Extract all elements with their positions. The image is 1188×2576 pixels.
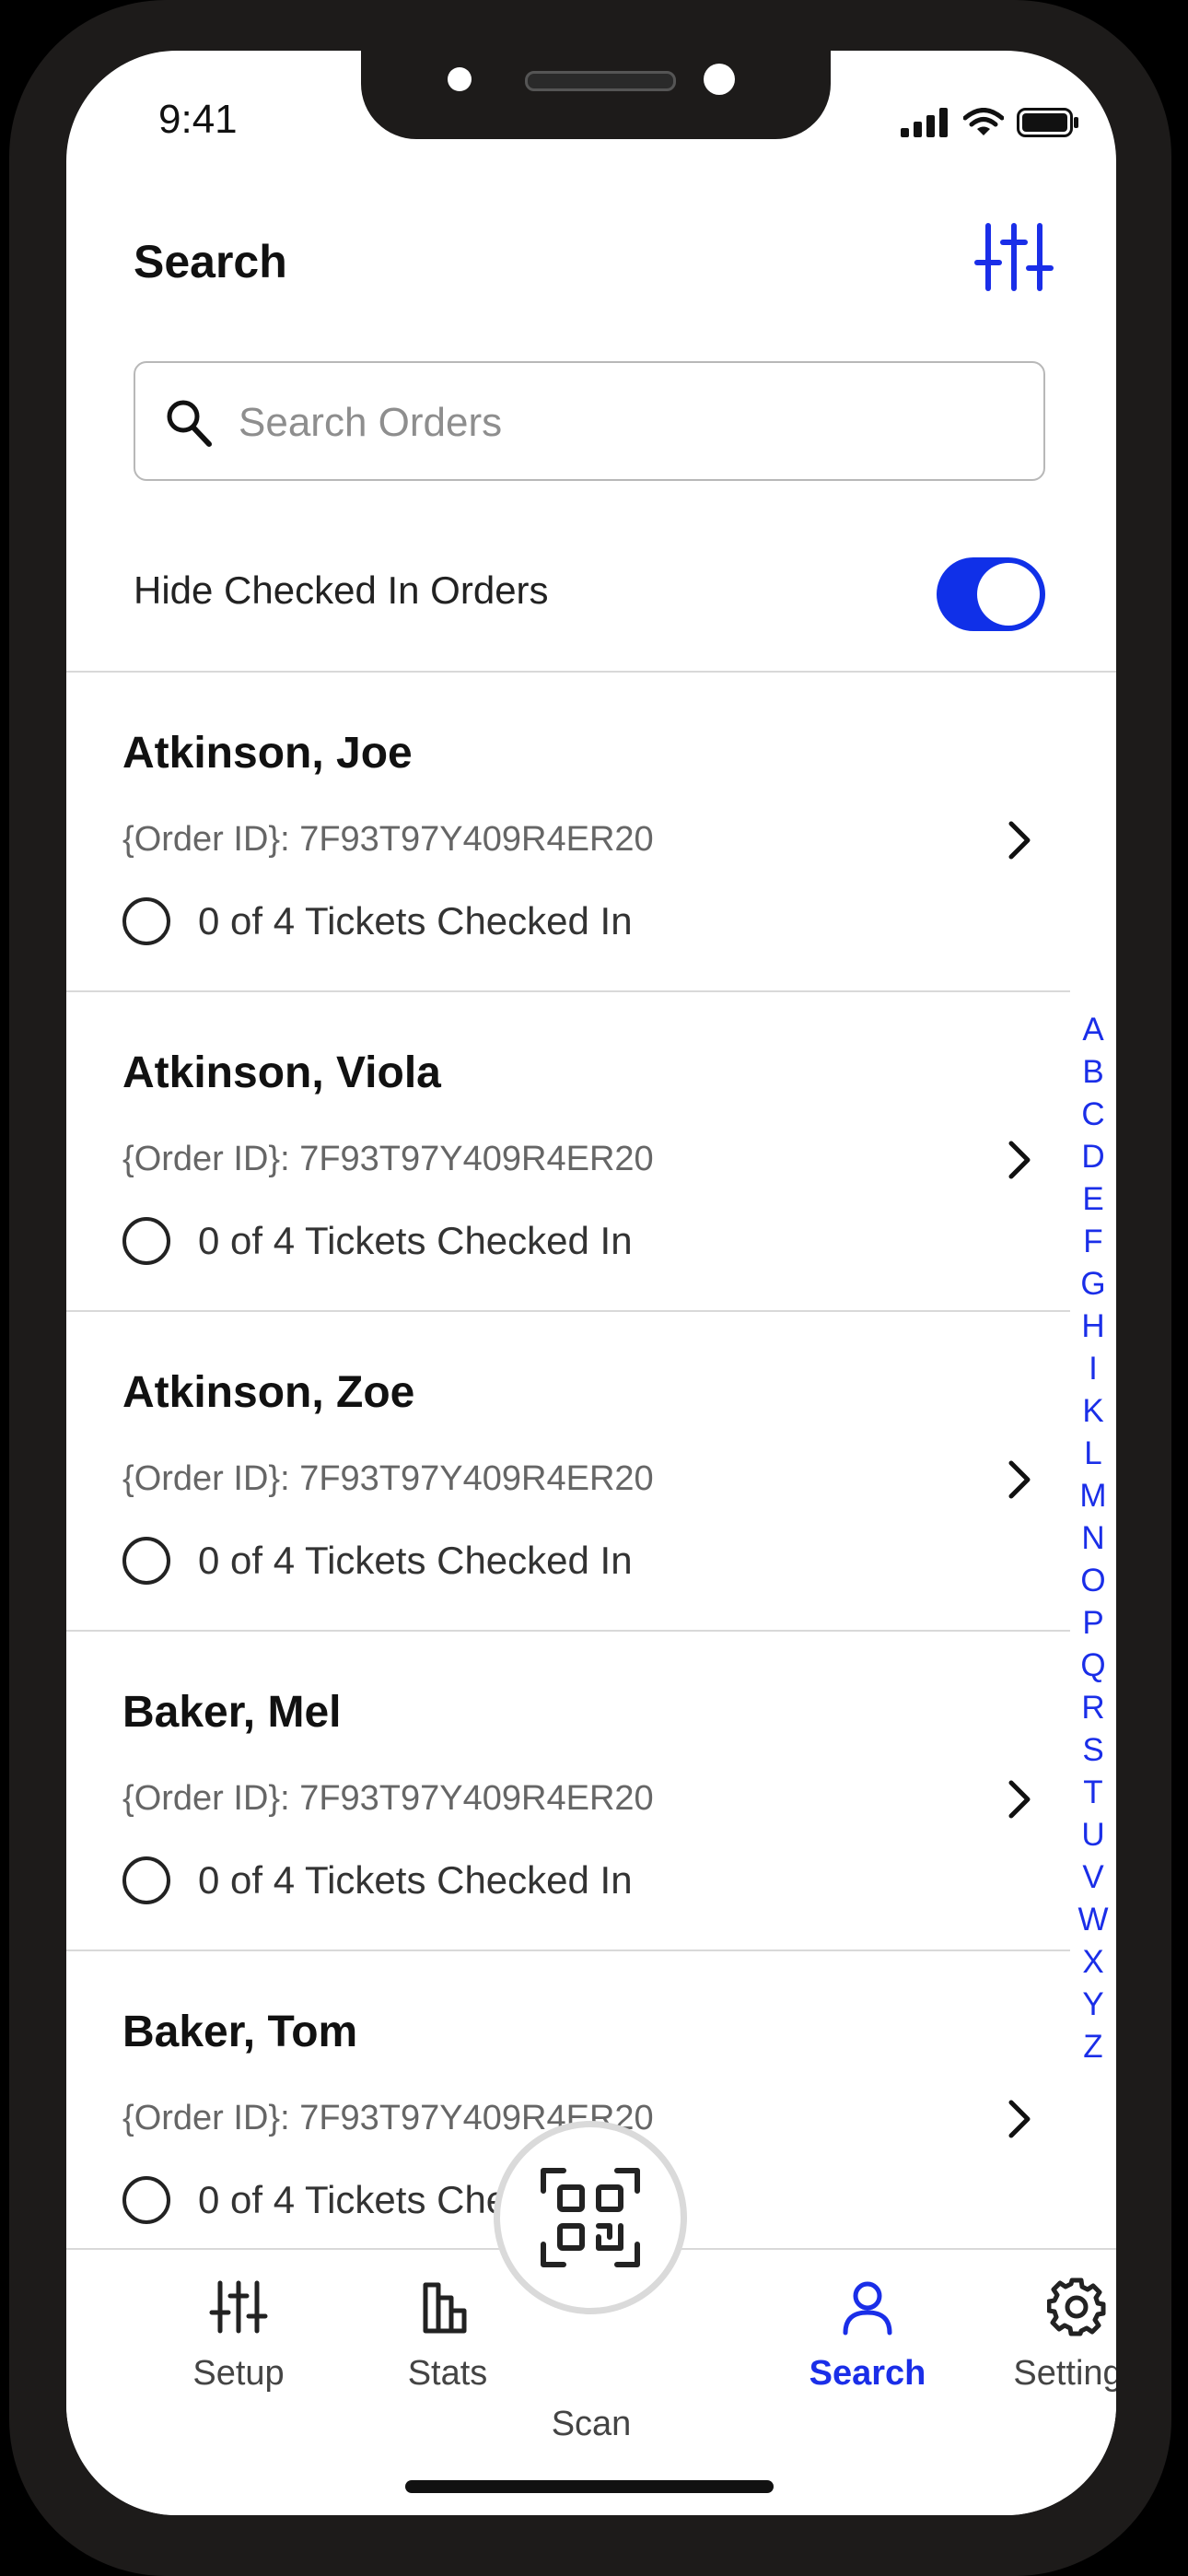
order-name: Baker, Mel xyxy=(122,1688,342,1737)
tab-stats[interactable]: Stats xyxy=(355,2277,540,2394)
order-id: {Order ID}: 7F93T97Y409R4ER20 xyxy=(122,1459,654,1498)
tab-label: Setup xyxy=(192,2354,285,2393)
order-id: {Order ID}: 7F93T97Y409R4ER20 xyxy=(122,1779,654,1818)
empty-circle-icon xyxy=(122,1537,170,1585)
alphabet-index-letter[interactable]: B xyxy=(1082,1051,1103,1094)
order-name: Baker, Tom xyxy=(122,2008,358,2056)
battery-icon xyxy=(1017,108,1078,137)
app-screen: 9:41 Search Search Orders Hide Checked I… xyxy=(66,51,1116,2515)
alphabet-index-letter[interactable]: O xyxy=(1080,1560,1105,1602)
order-id: {Order ID}: 7F93T97Y409R4ER20 xyxy=(122,1140,654,1178)
status-time: 9:41 xyxy=(158,97,238,142)
order-status-text: 0 of 4 Tickets Checked In xyxy=(198,1858,633,1902)
search-icon xyxy=(167,400,212,447)
cellular-signal-icon xyxy=(901,108,948,137)
order-status-text: 0 of 4 Tickets Checked In xyxy=(198,1219,633,1262)
orders-list: Atkinson, Joe {Order ID}: 7F93T97Y409R4E… xyxy=(66,673,1070,2271)
alphabet-index-letter[interactable]: P xyxy=(1082,1602,1103,1645)
list-item[interactable]: Atkinson, Zoe {Order ID}: 7F93T97Y409R4E… xyxy=(66,1312,1070,1632)
toggle-knob xyxy=(977,563,1040,626)
hide-checked-toggle[interactable] xyxy=(937,557,1045,631)
alphabet-index-letter[interactable]: T xyxy=(1083,1772,1102,1814)
alphabet-index-letter[interactable]: G xyxy=(1080,1263,1105,1306)
empty-circle-icon xyxy=(122,1856,170,1904)
alphabet-index-letter[interactable]: N xyxy=(1081,1517,1104,1560)
status-icons xyxy=(901,108,1079,137)
alphabet-index-letter[interactable]: F xyxy=(1083,1221,1102,1263)
wifi-icon xyxy=(963,108,1004,135)
tab-label: Settings xyxy=(1013,2354,1116,2393)
list-item[interactable]: Atkinson, Joe {Order ID}: 7F93T97Y409R4E… xyxy=(66,673,1070,992)
empty-circle-icon xyxy=(122,2176,170,2224)
person-icon xyxy=(843,2281,892,2336)
device-notch xyxy=(361,51,831,139)
alphabet-index-letter[interactable]: C xyxy=(1081,1094,1104,1136)
order-status: 0 of 4 Tickets Checked In xyxy=(122,1853,633,1908)
tab-search[interactable]: Search xyxy=(775,2277,960,2394)
chevron-right-icon xyxy=(1008,2100,1031,2138)
camera-dot xyxy=(704,64,735,95)
alphabet-index-letter[interactable]: W xyxy=(1077,1899,1108,1941)
sliders-icon xyxy=(974,223,1054,291)
tab-label: Stats xyxy=(407,2354,488,2393)
alphabet-index-letter[interactable]: X xyxy=(1082,1941,1103,1984)
list-item[interactable]: Baker, Mel {Order ID}: 7F93T97Y409R4ER20… xyxy=(66,1632,1070,1951)
empty-circle-icon xyxy=(122,897,170,945)
bar-chart-icon xyxy=(423,2282,467,2334)
tab-setup[interactable]: Setup xyxy=(146,2277,331,2394)
alphabet-index-letter[interactable]: L xyxy=(1084,1433,1101,1475)
chevron-right-icon xyxy=(1008,1141,1031,1179)
alphabet-index-letter[interactable]: M xyxy=(1079,1475,1106,1517)
alphabet-index: ABCDEFGHIKLMNOPQRSTUVWXYZ xyxy=(1075,1009,1112,2068)
alphabet-index-letter[interactable]: R xyxy=(1081,1687,1104,1729)
alphabet-index-letter[interactable]: Z xyxy=(1083,2026,1102,2068)
alphabet-index-letter[interactable]: E xyxy=(1082,1178,1103,1221)
order-name: Atkinson, Zoe xyxy=(122,1368,415,1417)
qr-code-icon xyxy=(541,2168,640,2267)
alphabet-index-letter[interactable]: H xyxy=(1081,1306,1104,1348)
order-id: {Order ID}: 7F93T97Y409R4ER20 xyxy=(122,820,654,859)
empty-circle-icon xyxy=(122,1217,170,1265)
sliders-icon xyxy=(209,2280,268,2334)
alphabet-index-letter[interactable]: S xyxy=(1082,1729,1103,1772)
camera-dot xyxy=(448,67,472,91)
speaker-grille xyxy=(525,71,676,91)
alphabet-index-letter[interactable]: Y xyxy=(1082,1984,1103,2026)
chevron-right-icon xyxy=(1008,1460,1031,1499)
order-name: Atkinson, Viola xyxy=(122,1048,441,1097)
list-item[interactable]: Atkinson, Viola {Order ID}: 7F93T97Y409R… xyxy=(66,992,1070,1312)
alphabet-index-letter[interactable]: Q xyxy=(1080,1645,1105,1687)
search-input[interactable] xyxy=(237,389,1014,457)
order-status: 0 of 4 Tickets Checked In xyxy=(122,894,633,949)
order-name: Atkinson, Joe xyxy=(122,729,413,778)
tab-label: Search xyxy=(809,2354,926,2393)
gear-icon xyxy=(1046,2277,1106,2336)
order-status: 0 of 4 Tickets Checked In xyxy=(122,1533,633,1588)
alphabet-index-letter[interactable]: V xyxy=(1082,1856,1103,1899)
order-status-text: 0 of 4 Tickets Checked In xyxy=(198,1539,633,1582)
tab-scan-label: Scan xyxy=(551,2405,632,2443)
alphabet-index-letter[interactable]: A xyxy=(1082,1009,1103,1051)
alphabet-index-letter[interactable]: K xyxy=(1082,1390,1103,1433)
search-box xyxy=(134,361,1045,481)
home-indicator xyxy=(405,2480,774,2493)
order-status-text: 0 of 4 Tickets Checked In xyxy=(198,899,633,943)
hide-checked-row: Hide Checked In Orders xyxy=(134,548,1045,640)
order-status: 0 of 4 Tickets Checked In xyxy=(122,1213,633,1269)
scan-button[interactable] xyxy=(494,2121,687,2314)
alphabet-index-letter[interactable]: I xyxy=(1089,1348,1098,1390)
tab-settings[interactable]: Settings xyxy=(984,2277,1116,2394)
chevron-right-icon xyxy=(1008,821,1031,860)
alphabet-index-letter[interactable]: U xyxy=(1081,1814,1104,1856)
page-title: Search xyxy=(134,236,287,287)
filter-button[interactable] xyxy=(973,217,1054,298)
toggle-label: Hide Checked In Orders xyxy=(134,568,549,612)
chevron-right-icon xyxy=(1008,1780,1031,1819)
alphabet-index-letter[interactable]: D xyxy=(1081,1136,1104,1178)
